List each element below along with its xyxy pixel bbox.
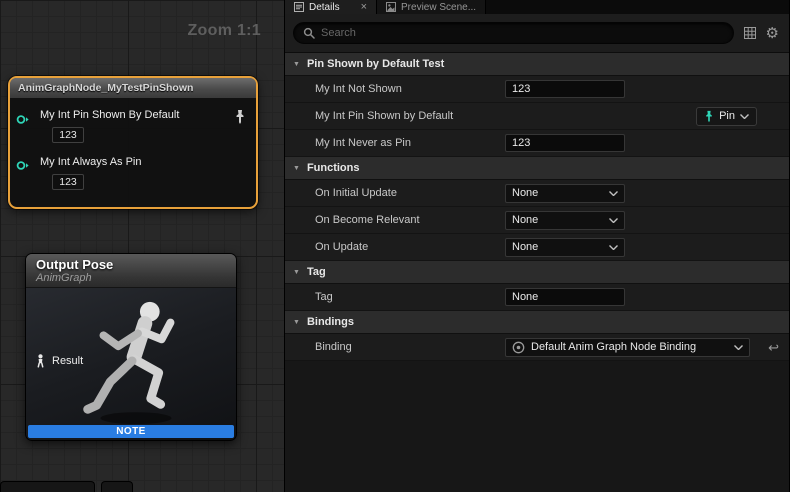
chevron-down-icon bbox=[609, 245, 618, 250]
search-input[interactable] bbox=[321, 27, 724, 39]
search-icon bbox=[303, 27, 315, 39]
function-dropdown[interactable]: None bbox=[505, 184, 625, 203]
node-header[interactable]: Output Pose AnimGraph bbox=[26, 254, 236, 288]
node-title[interactable]: AnimGraphNode_MyTestPinShown bbox=[10, 78, 256, 98]
property-row: Binding Default Anim Graph Node Binding … bbox=[285, 334, 789, 361]
dropdown-value: None bbox=[512, 187, 538, 199]
property-list: ▼ Pin Shown by Default Test My Int Not S… bbox=[285, 53, 789, 492]
gear-icon[interactable]: ⚙ bbox=[766, 26, 779, 41]
section-header-bindings[interactable]: ▼ Bindings bbox=[285, 311, 789, 334]
output-pose-node[interactable]: Output Pose AnimGraph Result bbox=[25, 253, 237, 441]
property-row: My Int Not Shown bbox=[285, 76, 789, 103]
chevron-down-icon: ▼ bbox=[293, 269, 300, 276]
function-dropdown[interactable]: None bbox=[505, 238, 625, 257]
property-row: On Become Relevant None bbox=[285, 207, 789, 234]
function-dropdown[interactable]: None bbox=[505, 211, 625, 230]
property-row: My Int Pin Shown by Default Pin bbox=[285, 103, 789, 130]
property-label: On Become Relevant bbox=[285, 214, 505, 226]
pose-pin-icon bbox=[35, 354, 46, 368]
result-pose-pin[interactable]: Result bbox=[35, 354, 83, 368]
property-row: My Int Never as Pin bbox=[285, 130, 789, 157]
pushpin-icon[interactable] bbox=[234, 109, 246, 125]
display-filters-icon[interactable] bbox=[743, 26, 757, 40]
chevron-down-icon: ▼ bbox=[293, 165, 300, 172]
binding-value: Default Anim Graph Node Binding bbox=[531, 341, 728, 353]
dropdown-value: None bbox=[512, 214, 538, 226]
partial-node[interactable] bbox=[0, 481, 95, 492]
section-title: Bindings bbox=[307, 316, 354, 328]
property-label: Binding bbox=[285, 341, 505, 353]
node-subtitle: AnimGraph bbox=[36, 272, 226, 284]
details-toolbar: ⚙ bbox=[285, 14, 789, 53]
property-label: My Int Pin Shown by Default bbox=[285, 110, 505, 122]
tab-details[interactable]: Details × bbox=[285, 0, 377, 14]
property-label: My Int Not Shown bbox=[285, 83, 505, 95]
chevron-down-icon bbox=[734, 345, 743, 350]
property-label: My Int Never as Pin bbox=[285, 137, 505, 149]
section-title: Pin Shown by Default Test bbox=[307, 58, 444, 70]
note-banner[interactable]: NOTE bbox=[28, 425, 234, 438]
property-row: On Initial Update None bbox=[285, 180, 789, 207]
pin-icon bbox=[704, 110, 714, 123]
int-input[interactable] bbox=[505, 134, 625, 152]
search-box[interactable] bbox=[293, 22, 734, 44]
section-header-functions[interactable]: ▼ Functions bbox=[285, 157, 789, 180]
property-label: On Update bbox=[285, 241, 505, 253]
chevron-down-icon: ▼ bbox=[293, 319, 300, 326]
pin-label: My Int Always As Pin bbox=[40, 156, 141, 168]
int-pin-icon[interactable] bbox=[16, 114, 30, 125]
tab-label: Preview Scene... bbox=[401, 2, 476, 13]
chevron-down-icon bbox=[609, 191, 618, 196]
preview-scene-tab-icon bbox=[386, 2, 396, 12]
property-row: On Update None bbox=[285, 234, 789, 261]
pin-mode-dropdown[interactable]: Pin bbox=[696, 107, 757, 126]
panel-tab-bar: Details × Preview Scene... bbox=[285, 0, 789, 14]
pin-value-field[interactable]: 123 bbox=[52, 127, 84, 143]
chevron-down-icon bbox=[609, 218, 618, 223]
chevron-down-icon bbox=[740, 114, 749, 119]
pin-value-field[interactable]: 123 bbox=[52, 174, 84, 190]
section-title: Tag bbox=[307, 266, 326, 278]
result-pin-label: Result bbox=[52, 355, 83, 367]
tag-input[interactable] bbox=[505, 288, 625, 306]
pin-label: My Int Pin Shown By Default bbox=[40, 109, 179, 121]
zoom-level-label: Zoom 1:1 bbox=[187, 22, 261, 40]
binding-icon bbox=[512, 341, 525, 354]
chevron-down-icon: ▼ bbox=[293, 61, 300, 68]
int-input[interactable] bbox=[505, 80, 625, 98]
anim-blueprint-editor: Zoom 1:1 AnimGraphNode_MyTestPinShown My… bbox=[0, 0, 790, 492]
property-label: Tag bbox=[285, 291, 505, 303]
section-header-pin-shown-by-default-test[interactable]: ▼ Pin Shown by Default Test bbox=[285, 53, 789, 76]
property-row: Tag bbox=[285, 284, 789, 311]
anim-graph-canvas[interactable]: Zoom 1:1 AnimGraphNode_MyTestPinShown My… bbox=[0, 0, 285, 492]
section-title: Functions bbox=[307, 162, 360, 174]
property-label: On Initial Update bbox=[285, 187, 505, 199]
partial-node[interactable] bbox=[101, 481, 133, 492]
pin-mode-label: Pin bbox=[719, 110, 735, 122]
node-title: Output Pose bbox=[36, 257, 226, 272]
int-pin-icon[interactable] bbox=[16, 160, 30, 171]
dropdown-value: None bbox=[512, 241, 538, 253]
tab-preview-scene[interactable]: Preview Scene... bbox=[377, 0, 486, 14]
close-icon[interactable]: × bbox=[361, 2, 367, 13]
details-tab-icon bbox=[294, 2, 304, 12]
binding-dropdown[interactable]: Default Anim Graph Node Binding bbox=[505, 338, 750, 357]
tab-label: Details bbox=[309, 2, 340, 13]
reset-binding-icon[interactable]: ↩ bbox=[768, 341, 779, 354]
details-panel: Details × Preview Scene... ⚙ ▼ Pin Shown bbox=[285, 0, 789, 492]
anim-graph-test-node[interactable]: AnimGraphNode_MyTestPinShown My Int Pin … bbox=[8, 76, 258, 209]
section-header-tag[interactable]: ▼ Tag bbox=[285, 261, 789, 284]
